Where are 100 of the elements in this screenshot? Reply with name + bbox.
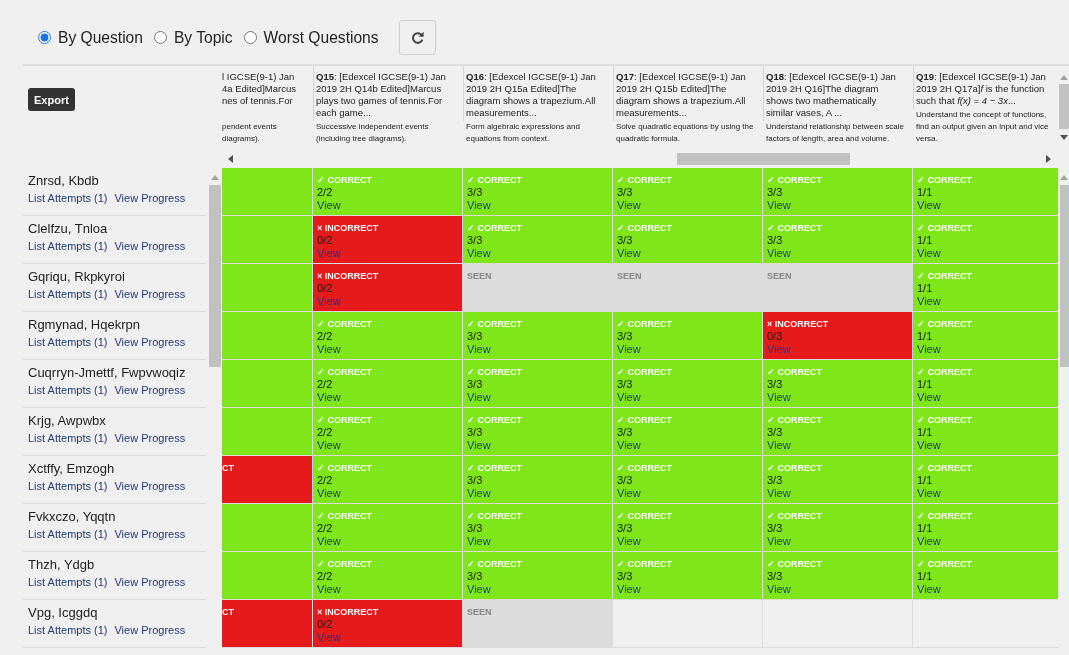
student-name: Gqriqu, Rkpkyroi [28,269,126,285]
view-progress-link[interactable]: View Progress [114,286,186,302]
topic-text: Understand the concept of functions, find an output given an input and vice versa. [915,109,1050,145]
view-link[interactable]: View [617,391,641,404]
view-link[interactable]: View [317,439,341,452]
status-label: ✓ CORRECT [317,174,372,186]
view-link[interactable]: View [917,199,941,212]
view-link[interactable]: View [767,487,791,500]
status-label: × INCORRECT [317,606,379,618]
score-text: 2/2 [317,378,333,391]
view-link[interactable]: View [767,247,791,260]
scroll-right-icon[interactable] [1046,155,1051,163]
score-text: 3/3 [617,186,633,199]
view-link[interactable]: View [767,439,791,452]
status-label: ✓ CORRECT [617,222,672,234]
scroll-left-icon[interactable] [228,155,233,163]
view-link[interactable]: View [467,343,491,356]
view-link[interactable]: View [467,535,491,548]
student-name: Krjg, Awpwbx [28,413,107,429]
list-attempts-link[interactable]: List Attempts (1) [28,382,108,398]
view-progress-link[interactable]: View Progress [114,574,186,590]
question-title: l IGCSE(9-1) Jan 4a Edited]Marcus nes of tennis.For [222,70,297,108]
topic-text: Form algebraic expressions and equations from context. [465,121,581,145]
score-text: 0/3 [767,330,783,343]
view-link[interactable]: View [767,391,791,404]
view-link[interactable]: View [467,199,491,212]
score-text: 2/2 [317,426,333,439]
scroll-up-icon[interactable] [1059,75,1068,80]
scroll-up-icon[interactable] [1060,175,1068,180]
view-progress-link[interactable]: View Progress [114,238,186,254]
score-text: 3/3 [617,570,633,583]
score-text: 1/1 [917,378,933,391]
status-label: ✓ CORRECT [767,510,822,522]
list-attempts-link[interactable]: List Attempts (1) [28,478,108,494]
view-link[interactable]: View [317,343,341,356]
scroll-up-icon[interactable] [211,175,219,180]
list-attempts-link[interactable]: List Attempts (1) [28,622,108,638]
view-link[interactable]: View [917,583,941,596]
status-label: ✓ CORRECT [467,318,522,330]
refresh-button[interactable] [398,20,436,55]
view-link[interactable]: View [917,439,941,452]
list-attempts-link[interactable]: List Attempts (1) [28,526,108,542]
view-link[interactable]: View [317,199,341,212]
view-progress-link[interactable]: View Progress [114,190,186,206]
view-link[interactable]: View [317,487,341,500]
scroll-down-icon[interactable] [1059,135,1068,140]
radio-button[interactable] [243,31,257,44]
view-mode-option[interactable]: Worst Questions [243,28,379,47]
view-progress-link[interactable]: View Progress [114,478,186,494]
view-progress-link[interactable]: View Progress [114,526,186,542]
scrollbar-thumb[interactable] [209,185,221,367]
view-link[interactable]: View [917,247,941,260]
view-link[interactable]: View [317,391,341,404]
list-attempts-link[interactable]: List Attempts (1) [28,238,108,254]
view-link[interactable]: View [767,535,791,548]
score-text: 3/3 [467,186,483,199]
view-mode-option[interactable]: By Question [38,28,143,47]
view-progress-link[interactable]: View Progress [114,334,186,350]
view-link[interactable]: View [917,295,941,308]
export-button[interactable]: Export [28,88,75,111]
list-attempts-link[interactable]: List Attempts (1) [28,190,108,206]
view-link[interactable]: View [467,487,491,500]
score-text: 3/3 [617,378,633,391]
view-link[interactable]: View [617,487,641,500]
view-progress-link[interactable]: View Progress [114,622,186,638]
view-mode-option[interactable]: By Topic [153,28,233,47]
view-link[interactable]: View [917,535,941,548]
view-link[interactable]: View [617,343,641,356]
view-link[interactable]: View [467,247,491,260]
view-link[interactable]: View [917,487,941,500]
view-link[interactable]: View [317,583,341,596]
list-attempts-link[interactable]: List Attempts (1) [28,286,108,302]
view-link[interactable]: View [917,343,941,356]
view-progress-link[interactable]: View Progress [114,430,186,446]
view-link[interactable]: View [467,439,491,452]
view-link[interactable]: View [617,247,641,260]
view-link[interactable]: View [917,391,941,404]
radio-button[interactable] [38,31,51,44]
view-link[interactable]: View [467,391,491,404]
view-link[interactable]: View [767,583,791,596]
view-progress-link[interactable]: View Progress [114,382,186,398]
view-link[interactable]: View [617,199,641,212]
score-text: 2/2 [317,330,333,343]
view-link[interactable]: View [617,535,641,548]
list-attempts-link[interactable]: List Attempts (1) [28,430,108,446]
radio-button[interactable] [153,31,167,44]
view-link[interactable]: View [317,535,341,548]
status-label: ✓ CORRECT [917,558,972,570]
scrollbar-thumb[interactable] [677,153,850,165]
view-link[interactable]: View [617,439,641,452]
view-link[interactable]: View [617,583,641,596]
view-link[interactable]: View [467,583,491,596]
list-attempts-link[interactable]: List Attempts (1) [28,334,108,350]
scrollbar-thumb[interactable] [1059,185,1069,367]
view-link[interactable]: View [767,199,791,212]
list-attempts-link[interactable]: List Attempts (1) [28,574,108,590]
score-text: 3/3 [617,522,633,535]
scrollbar-thumb[interactable] [1059,84,1069,129]
student-name: Fvkxczo, Yqqtn [28,509,117,525]
status-label: ✓ CORRECT [467,174,522,186]
